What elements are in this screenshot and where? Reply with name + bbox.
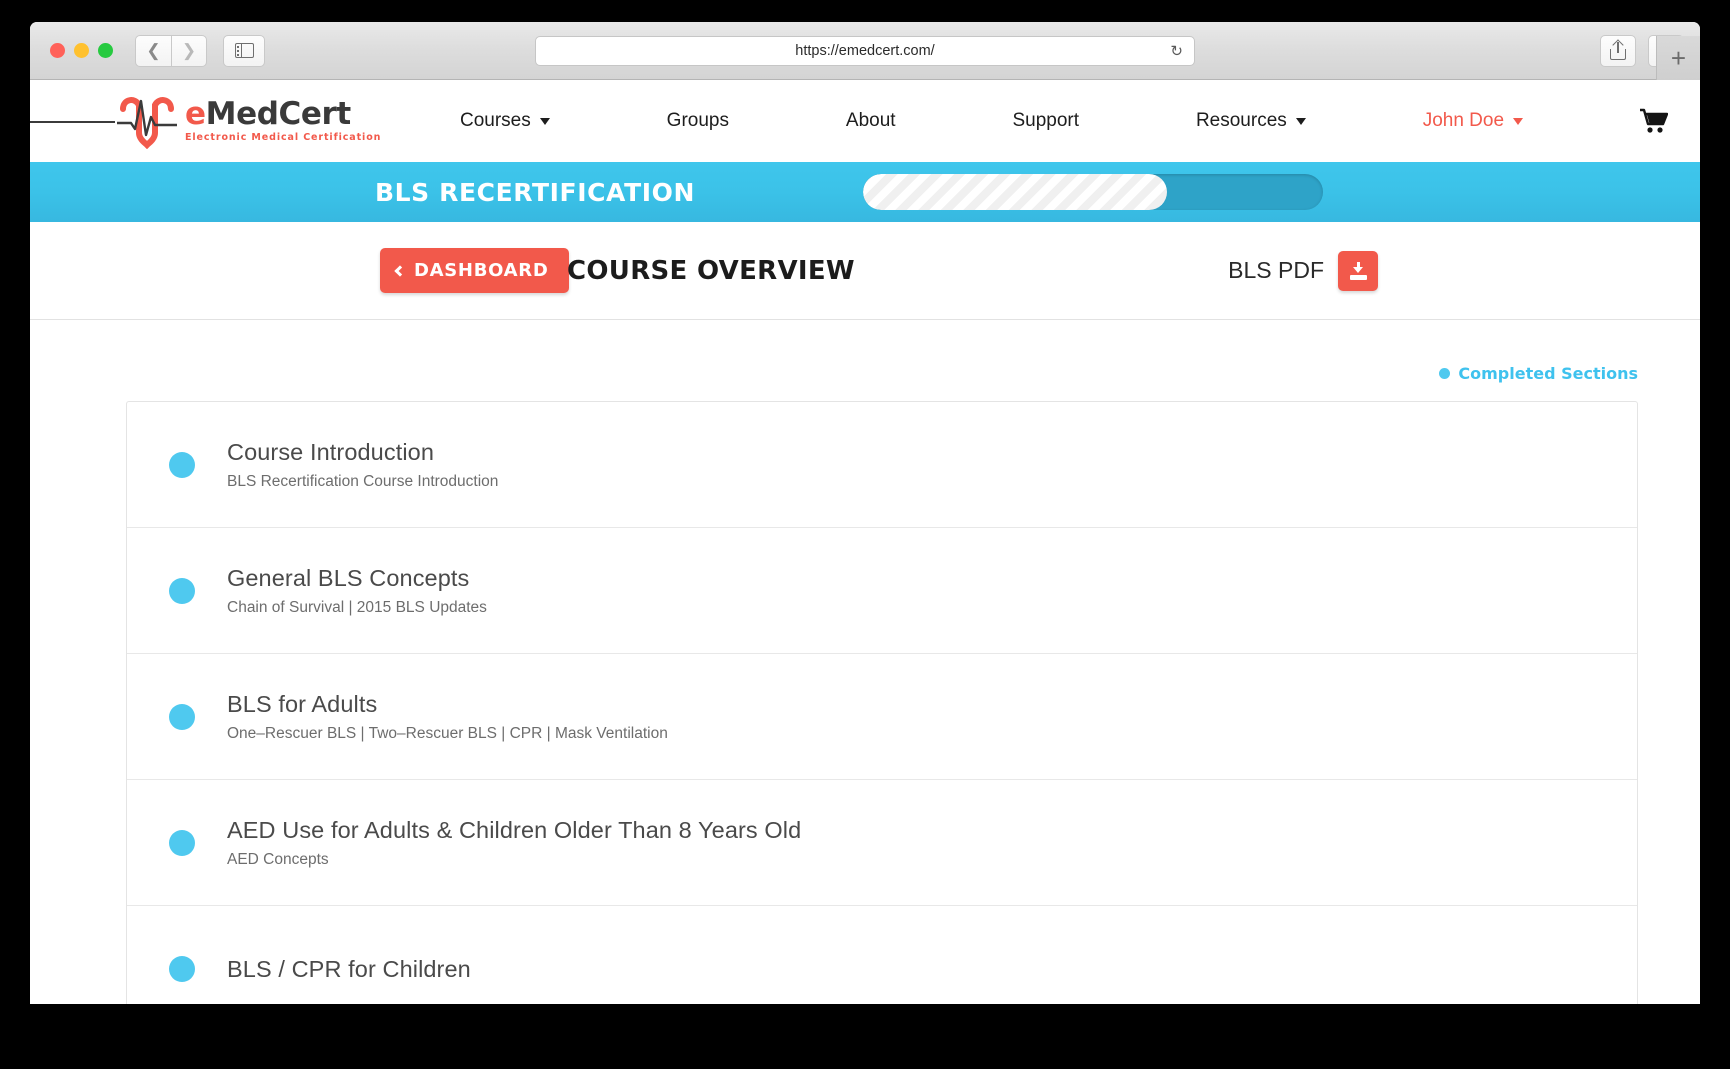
chevron-down-icon [1295, 117, 1306, 125]
share-button[interactable] [1600, 34, 1636, 67]
logo-wordmark: eMedCert Electronic Medical Certificatio… [185, 99, 381, 143]
nav-about-label: About [845, 110, 896, 131]
section-text: Course Introduction BLS Recertification C… [227, 439, 498, 491]
page-subheader: DASHBOARD COURSE OVERVIEW BLS PDF [30, 222, 1700, 320]
section-title: BLS for Adults [227, 690, 378, 717]
nav-courses-label: Courses [460, 110, 531, 131]
section-row[interactable]: Course Introduction BLS Recertification C… [127, 402, 1637, 528]
section-status-dot-icon [169, 956, 195, 982]
completed-sections-legend: Completed Sections [30, 320, 1700, 383]
desktop-backdrop: ❮ ❯ https://emedcert.com/ ↻ + eMedCert E… [0, 0, 1730, 1069]
browser-window: ❮ ❯ https://emedcert.com/ ↻ + eMedCert E… [30, 22, 1700, 1004]
reload-icon[interactable]: ↻ [1170, 42, 1183, 60]
share-icon [1610, 41, 1626, 60]
new-tab-button[interactable]: + [1656, 36, 1700, 80]
pdf-label: BLS PDF [1228, 257, 1324, 283]
section-status-dot-icon [169, 451, 195, 478]
nav-about[interactable]: About [846, 110, 896, 132]
back-chevron-icon: ❮ [146, 41, 161, 60]
section-status-dot-icon [169, 703, 195, 730]
dashboard-button[interactable]: DASHBOARD [380, 248, 570, 293]
window-controls [50, 43, 113, 58]
section-subtitle: BLS Recertification Course Introduction [227, 472, 499, 490]
address-bar[interactable]: https://emedcert.com/ ↻ [535, 35, 1195, 66]
nav-support[interactable]: Support [1012, 110, 1079, 132]
user-name-label: John Doe [1422, 110, 1505, 131]
section-title: AED Use for Adults & Children Older Than… [227, 816, 802, 843]
section-text: BLS for Adults One–Rescuer BLS | Two–Resc… [227, 691, 668, 743]
section-row[interactable]: General BLS Concepts Chain of Survival | … [127, 528, 1637, 654]
chevron-down-icon [1513, 117, 1524, 125]
legend-dot-icon [1439, 368, 1451, 379]
cart-button[interactable] [1638, 108, 1669, 134]
section-title: Course Introduction [227, 438, 434, 465]
nav-buttons-group: ❮ ❯ [135, 34, 207, 67]
course-progress-bar [863, 174, 1323, 210]
nav-resources-label: Resources [1195, 110, 1287, 131]
section-text: BLS / CPR for Children [227, 956, 471, 983]
nav-groups[interactable]: Groups [667, 110, 729, 132]
address-bar-container: https://emedcert.com/ ↻ [535, 35, 1195, 66]
pdf-download-button[interactable] [1338, 250, 1378, 291]
nav-resources[interactable]: Resources [1196, 110, 1306, 132]
pdf-download-group: BLS PDF [1228, 250, 1378, 291]
course-sections-area: Completed Sections Course Introduction BL… [30, 320, 1700, 1004]
nav-groups-label: Groups [666, 110, 729, 131]
section-subtitle: AED Concepts [227, 850, 329, 868]
section-row[interactable]: AED Use for Adults & Children Older Than… [127, 780, 1637, 906]
section-subtitle: Chain of Survival | 2015 BLS Updates [227, 598, 487, 616]
shopping-cart-icon [1638, 108, 1669, 134]
section-title: General BLS Concepts [227, 564, 470, 591]
minimize-window-button[interactable] [74, 43, 89, 58]
browser-toolbar: ❮ ❯ https://emedcert.com/ ↻ + [30, 22, 1700, 80]
ekg-baseline [30, 121, 115, 123]
page-content: eMedCert Electronic Medical Certificatio… [30, 80, 1700, 1004]
section-status-dot-icon [169, 577, 195, 604]
user-menu[interactable]: John Doe [1422, 110, 1524, 132]
course-title: BLS RECERTIFICATION [375, 177, 695, 207]
url-text: https://emedcert.com/ [795, 42, 935, 59]
section-text: General BLS Concepts Chain of Survival | … [227, 565, 487, 617]
site-logo[interactable]: eMedCert Electronic Medical Certificatio… [30, 80, 460, 162]
course-sections-list: Course Introduction BLS Recertification C… [126, 401, 1638, 1004]
forward-button[interactable]: ❯ [171, 34, 207, 67]
sidebar-toggle-icon [234, 43, 254, 58]
chevron-down-icon [539, 117, 550, 125]
legend-label: Completed Sections [1458, 364, 1638, 383]
forward-chevron-icon: ❯ [181, 41, 197, 60]
section-subtitle: One–Rescuer BLS | Two–Rescuer BLS | CPR … [227, 724, 668, 742]
heart-ekg-icon [115, 93, 179, 149]
maximize-window-button[interactable] [98, 43, 113, 58]
course-progress-band: BLS RECERTIFICATION [30, 162, 1700, 222]
download-icon [1349, 261, 1367, 280]
sidebar-toggle-button[interactable] [223, 34, 265, 67]
chevron-left-icon [394, 264, 406, 277]
logo-tagline: Electronic Medical Certification [185, 132, 382, 144]
logo-word-rest: MedCert [205, 96, 352, 133]
close-window-button[interactable] [50, 43, 65, 58]
course-progress-fill [863, 174, 1167, 210]
page-title: COURSE OVERVIEW [567, 255, 855, 286]
section-title: BLS / CPR for Children [227, 955, 471, 982]
nav-support-label: Support [1012, 110, 1080, 131]
section-status-dot-icon [169, 829, 195, 856]
nav-courses[interactable]: Courses [460, 110, 550, 132]
logo-word-prefix: e [185, 96, 206, 133]
main-navigation: Courses Groups About Support Resources J… [460, 108, 1672, 134]
section-row[interactable]: BLS / CPR for Children [127, 906, 1637, 1004]
section-row[interactable]: BLS for Adults One–Rescuer BLS | Two–Resc… [127, 654, 1637, 780]
back-button[interactable]: ❮ [135, 34, 171, 67]
site-header: eMedCert Electronic Medical Certificatio… [30, 80, 1700, 162]
section-text: AED Use for Adults & Children Older Than… [227, 817, 801, 869]
dashboard-button-label: DASHBOARD [414, 260, 549, 281]
